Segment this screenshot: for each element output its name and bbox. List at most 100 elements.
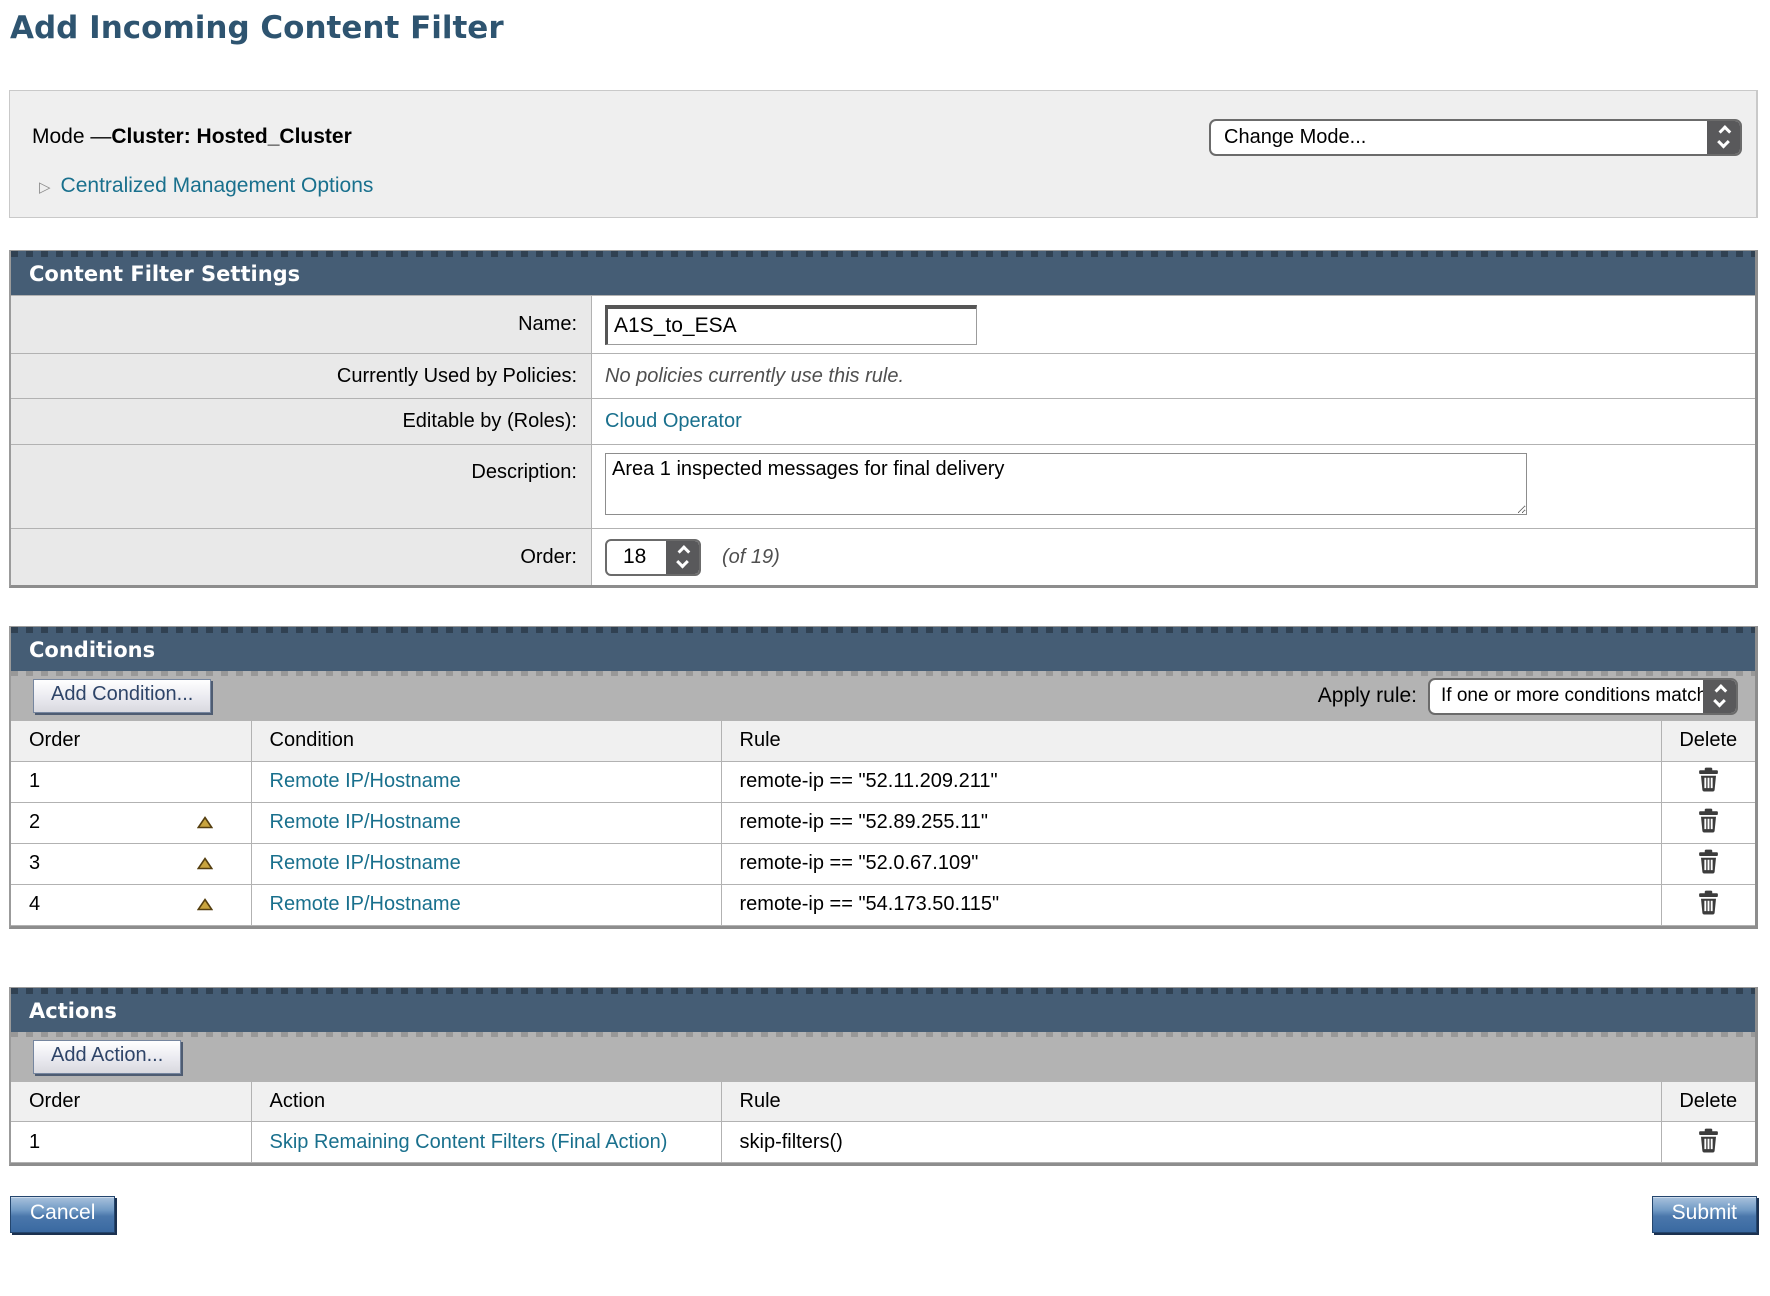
delete-button[interactable] bbox=[1695, 847, 1722, 876]
col-header-rule: Rule bbox=[721, 721, 1661, 761]
action-cell: Skip Remaining Content Filters (Final Ac… bbox=[251, 1122, 721, 1163]
condition-cell: Remote IP/Hostname bbox=[251, 884, 721, 925]
select-stepper-icon bbox=[1707, 121, 1740, 154]
delete-button[interactable] bbox=[1695, 806, 1722, 835]
add-condition-button[interactable]: Add Condition... bbox=[33, 679, 211, 713]
editable-value-cell: Cloud Operator bbox=[591, 399, 1755, 444]
delete-button[interactable] bbox=[1695, 765, 1722, 794]
col-header-action: Action bbox=[251, 1082, 721, 1122]
condition-link[interactable]: Remote IP/Hostname bbox=[270, 769, 461, 794]
action-link[interactable]: Skip Remaining Content Filters (Final Ac… bbox=[270, 1130, 698, 1155]
condition-rule-cell: remote-ip == "52.89.255.11" bbox=[721, 802, 1661, 843]
condition-rule-cell: remote-ip == "52.11.209.211" bbox=[721, 761, 1661, 802]
condition-delete-cell bbox=[1661, 761, 1755, 802]
cancel-button[interactable]: Cancel bbox=[10, 1196, 115, 1233]
mode-value: Cluster: Hosted_Cluster bbox=[111, 125, 351, 148]
chevron-up-icon bbox=[1715, 684, 1728, 697]
management-row: ▷ Centralized Management Options bbox=[32, 174, 1742, 198]
condition-link[interactable]: Remote IP/Hostname bbox=[270, 810, 461, 835]
settings-header-label: Content Filter Settings bbox=[11, 257, 1755, 295]
condition-cell: Remote IP/Hostname bbox=[251, 843, 721, 884]
settings-row-editable: Editable by (Roles): Cloud Operator bbox=[11, 398, 1755, 444]
col-header-condition: Condition bbox=[251, 721, 721, 761]
move-up-icon[interactable] bbox=[197, 816, 213, 829]
col-header-order: Order bbox=[11, 721, 251, 761]
apply-rule-select[interactable]: If one or more conditions match bbox=[1428, 678, 1738, 715]
chevron-up-icon bbox=[678, 545, 691, 558]
conditions-table: Order Condition Rule Delete 1 Remote IP/… bbox=[11, 721, 1755, 926]
disclosure-triangle-icon[interactable]: ▷ bbox=[39, 178, 51, 196]
col-header-rule: Rule bbox=[721, 1082, 1661, 1122]
add-action-button[interactable]: Add Action... bbox=[33, 1040, 181, 1074]
order-select[interactable]: 18 bbox=[605, 539, 701, 576]
policies-value-cell: No policies currently use this rule. bbox=[591, 354, 1755, 398]
move-up-icon[interactable] bbox=[197, 898, 213, 911]
action-row: 1 Skip Remaining Content Filters (Final … bbox=[11, 1122, 1755, 1163]
description-textarea[interactable]: Area 1 inspected messages for final deli… bbox=[605, 453, 1527, 515]
mode-row: Mode —Cluster: Hosted_Cluster Change Mod… bbox=[32, 117, 1742, 157]
delete-button[interactable] bbox=[1695, 888, 1722, 917]
policies-label: Currently Used by Policies: bbox=[11, 354, 591, 398]
name-value-cell bbox=[591, 296, 1755, 353]
condition-order-cell: 4 bbox=[11, 884, 251, 925]
delete-button[interactable] bbox=[1695, 1126, 1722, 1155]
select-stepper-icon bbox=[1703, 680, 1736, 713]
name-label: Name: bbox=[11, 296, 591, 353]
change-mode-selected-value: Change Mode... bbox=[1211, 121, 1707, 154]
cloud-operator-link[interactable]: Cloud Operator bbox=[605, 410, 742, 433]
col-header-order: Order bbox=[11, 1082, 251, 1122]
col-header-delete: Delete bbox=[1661, 721, 1755, 761]
condition-delete-cell bbox=[1661, 802, 1755, 843]
trash-icon bbox=[1697, 767, 1720, 792]
chevron-up-icon bbox=[1719, 125, 1732, 138]
condition-row: 1 Remote IP/Hostname remote-ip == "52.11… bbox=[11, 761, 1755, 802]
apply-rule-selected-value: If one or more conditions match bbox=[1430, 680, 1703, 713]
order-value-cell: 18 (of 19) bbox=[591, 529, 1755, 585]
condition-cell: Remote IP/Hostname bbox=[251, 761, 721, 802]
settings-row-order: Order: 18 (of 19) bbox=[11, 528, 1755, 585]
conditions-panel: Conditions Add Condition... Apply rule: … bbox=[9, 626, 1758, 929]
name-input[interactable] bbox=[605, 305, 977, 345]
actions-header-bar: Actions bbox=[11, 988, 1755, 1032]
trash-icon bbox=[1697, 808, 1720, 833]
condition-row: 3 Remote IP/Hostname remote-ip == "52.0.… bbox=[11, 843, 1755, 884]
order-total-note: (of 19) bbox=[722, 546, 780, 569]
action-order-cell: 1 bbox=[11, 1122, 251, 1163]
policies-note: No policies currently use this rule. bbox=[605, 365, 904, 388]
page-title: Add Incoming Content Filter bbox=[10, 10, 1758, 46]
condition-order: 1 bbox=[29, 770, 40, 793]
settings-row-name: Name: bbox=[11, 295, 1755, 353]
actions-toolbar: Add Action... bbox=[11, 1032, 1755, 1082]
apply-rule-label: Apply rule: bbox=[1318, 684, 1417, 708]
col-header-delete: Delete bbox=[1661, 1082, 1755, 1122]
mode-label: Mode — bbox=[32, 125, 111, 148]
action-order: 1 bbox=[29, 1131, 40, 1154]
order-selected-value: 18 bbox=[607, 541, 666, 574]
condition-row: 4 Remote IP/Hostname remote-ip == "54.17… bbox=[11, 884, 1755, 925]
condition-delete-cell bbox=[1661, 843, 1755, 884]
trash-icon bbox=[1697, 890, 1720, 915]
settings-panel: Content Filter Settings Name: Currently … bbox=[9, 250, 1758, 588]
apply-rule-group: Apply rule: If one or more conditions ma… bbox=[1318, 678, 1738, 715]
condition-order-cell: 1 bbox=[11, 761, 251, 802]
centralized-management-link[interactable]: Centralized Management Options bbox=[61, 174, 374, 198]
actions-header-label: Actions bbox=[11, 994, 1755, 1032]
condition-link[interactable]: Remote IP/Hostname bbox=[270, 851, 461, 876]
chevron-down-icon bbox=[1717, 135, 1730, 148]
move-up-icon[interactable] bbox=[197, 857, 213, 870]
editable-label: Editable by (Roles): bbox=[11, 399, 591, 444]
mode-text: Mode —Cluster: Hosted_Cluster bbox=[32, 125, 352, 149]
conditions-header-label: Conditions bbox=[11, 633, 1755, 671]
page-root: Add Incoming Content Filter Mode —Cluste… bbox=[0, 10, 1770, 1233]
settings-row-policies: Currently Used by Policies: No policies … bbox=[11, 353, 1755, 398]
change-mode-select[interactable]: Change Mode... bbox=[1209, 119, 1742, 156]
submit-button[interactable]: Submit bbox=[1652, 1196, 1757, 1233]
actions-panel: Actions Add Action... Order Action Rule … bbox=[9, 987, 1758, 1167]
footer-bar: Cancel Submit bbox=[9, 1196, 1758, 1233]
description-value-cell: Area 1 inspected messages for final deli… bbox=[591, 445, 1755, 528]
condition-order: 2 bbox=[29, 811, 40, 834]
condition-link[interactable]: Remote IP/Hostname bbox=[270, 892, 461, 917]
actions-table-header-row: Order Action Rule Delete bbox=[11, 1082, 1755, 1122]
chevron-down-icon bbox=[676, 555, 689, 568]
actions-table: Order Action Rule Delete 1 Skip Remainin… bbox=[11, 1082, 1755, 1164]
